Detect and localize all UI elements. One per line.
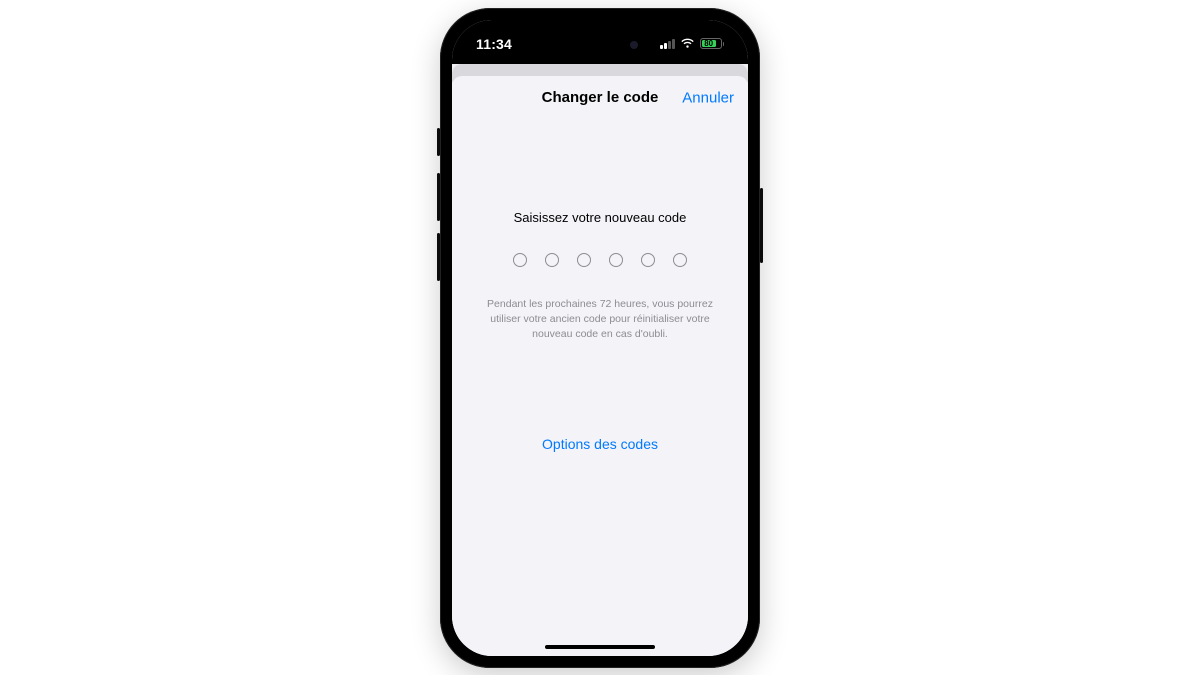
screen: 11:34 80 — [452, 20, 748, 656]
recovery-info-text: Pendant les prochaines 72 heures, vous p… — [472, 297, 728, 343]
phone-frame: 11:34 80 — [440, 8, 760, 668]
sheet-content: Saisissez votre nouveau code Pendant les… — [452, 210, 748, 453]
passcode-dot — [641, 253, 655, 267]
wifi-icon — [680, 38, 695, 49]
passcode-prompt: Saisissez votre nouveau code — [472, 210, 728, 225]
passcode-options-button[interactable]: Options des codes — [542, 436, 658, 452]
status-indicators: 80 — [660, 38, 724, 49]
passcode-dot — [609, 253, 623, 267]
navigation-bar: Changer le code Annuler — [452, 76, 748, 120]
passcode-dot — [545, 253, 559, 267]
passcode-dot — [513, 253, 527, 267]
battery-icon: 80 — [700, 38, 725, 49]
battery-percent: 80 — [704, 40, 713, 48]
change-passcode-sheet: Changer le code Annuler Saisissez votre … — [452, 76, 748, 656]
passcode-input[interactable] — [472, 253, 728, 267]
status-time: 11:34 — [476, 36, 512, 52]
side-button — [437, 128, 440, 156]
passcode-dot — [673, 253, 687, 267]
power-button — [760, 188, 763, 263]
volume-down-button — [437, 233, 440, 281]
passcode-dot — [577, 253, 591, 267]
home-indicator[interactable] — [545, 645, 655, 649]
cancel-button[interactable]: Annuler — [682, 89, 734, 106]
volume-up-button — [437, 173, 440, 221]
sheet-title: Changer le code — [542, 89, 659, 106]
dynamic-island — [554, 31, 646, 59]
cellular-signal-icon — [660, 38, 675, 49]
